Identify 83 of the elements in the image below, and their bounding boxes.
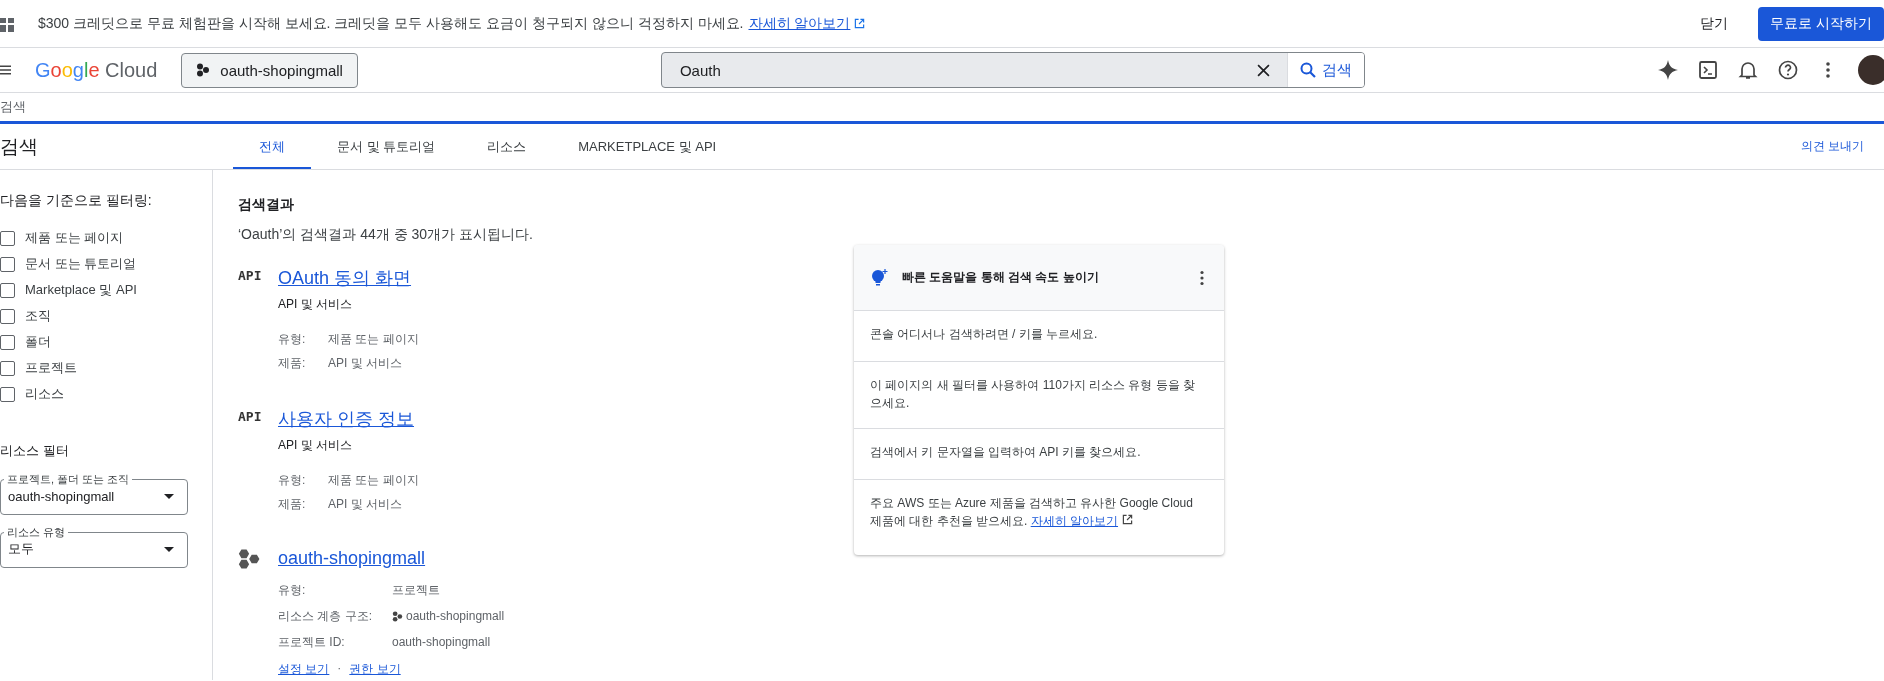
detail-label: 유형:: [278, 330, 307, 348]
detail-label: 제품:: [278, 495, 307, 513]
result-action-link[interactable]: 권한 보기: [349, 661, 401, 678]
google-cloud-logo[interactable]: Google Cloud: [35, 58, 158, 82]
resource-filter-heading: 리소스 필터: [0, 442, 70, 460]
page-title: 검색: [0, 134, 39, 159]
tip-text: 이 페이지의 새 필터를 사용하여 110가지 리소스 유형 등을 찾으세요.: [870, 378, 1196, 410]
detail-value: API 및 서비스: [328, 354, 402, 372]
select-field[interactable]: 리소스 유형 모두: [0, 525, 188, 568]
checkbox-label[interactable]: 폴더: [25, 333, 51, 351]
avatar[interactable]: [1858, 55, 1884, 85]
notifications-icon[interactable]: [1738, 60, 1758, 80]
project-icon: [392, 610, 403, 622]
lightbulb-icon: [870, 267, 890, 288]
detail-label: 유형:: [278, 581, 307, 599]
checkbox-label[interactable]: 조직: [25, 307, 51, 325]
checkbox-label[interactable]: Marketplace 및 API: [25, 281, 137, 299]
detail-value: 프로젝트: [392, 581, 440, 599]
external-link-icon: [1122, 514, 1134, 525]
more-icon[interactable]: [1826, 61, 1830, 79]
results-summary: ‘Oauth’의 검색결과 44개 중 30개가 표시됩니다.: [238, 226, 534, 244]
search-field[interactable]: Oauth 검색: [660, 52, 1365, 88]
result-subtitle: API 및 서비스: [278, 296, 353, 313]
checkbox[interactable]: [0, 308, 15, 324]
select-field[interactable]: 프로젝트, 폴더 또는 조직 oauth-shopingmall: [0, 472, 188, 515]
banner-text: $300 크레딧으로 무료 체험판을 시작해 보세요. 크레딧을 모두 사용해도 요금이 청구되지 않으니 걱정하지 마세요.: [38, 14, 744, 33]
more-icon[interactable]: [1200, 269, 1204, 286]
detail-value: 제품 또는 페이지: [328, 471, 419, 489]
tab[interactable]: 전체: [233, 126, 311, 169]
api-label: API: [238, 409, 262, 424]
send-feedback-link[interactable]: 의견 보내기: [1800, 138, 1864, 155]
checkbox[interactable]: [0, 386, 15, 402]
project-icon: [196, 63, 211, 77]
checkbox[interactable]: [0, 256, 15, 272]
dropdown-arrow-icon: [164, 546, 174, 552]
terminal-icon[interactable]: [1698, 60, 1718, 80]
tip-text: 주요 AWS 또는 Azure 제품을 검색하고 유사한 Google Cloud 제품에 대한 추천을 받으세요. 자세히 알아보기: [870, 496, 1193, 528]
tab[interactable]: MARKETPLACE 및 API: [552, 126, 743, 169]
api-label: API: [238, 268, 262, 283]
detail-value: oauth-shopingmall: [392, 635, 491, 649]
result-subtitle: API 및 서비스: [278, 437, 353, 454]
detail-label: 제품:: [278, 354, 307, 372]
detail-label: 유형:: [278, 471, 307, 489]
checkbox[interactable]: [0, 334, 15, 350]
dropdown-arrow-icon: [164, 493, 174, 499]
search-button[interactable]: 검색: [1286, 53, 1364, 87]
filter-heading: 다음을 기준으로 필터링:: [0, 192, 153, 210]
breadcrumb: 검색: [0, 98, 26, 116]
detail-value: API 및 서비스: [328, 495, 402, 513]
project-icon: [238, 548, 262, 570]
checkbox[interactable]: [0, 360, 15, 376]
clear-icon[interactable]: [1256, 63, 1270, 77]
menu-icon[interactable]: [0, 64, 11, 76]
tip-text: 콘솔 어디서나 검색하려면 / 키를 누르세요.: [870, 327, 1098, 341]
learn-more-link[interactable]: 자세히 알아보기: [748, 14, 851, 33]
detail-label: 프로젝트 ID:: [278, 633, 346, 651]
tips-title: 빠른 도움말을 통해 검색 속도 높이기: [902, 269, 1099, 286]
checkbox-label[interactable]: 리소스: [25, 385, 64, 403]
start-free-button[interactable]: 무료로 시작하기: [1758, 6, 1884, 41]
tab[interactable]: 문서 및 튜토리얼: [311, 126, 462, 169]
result-title-link[interactable]: 사용자 인증 정보: [278, 409, 414, 429]
detail-value: oauth-shopingmall: [406, 609, 505, 623]
separator-dot: ·: [337, 661, 342, 677]
checkbox[interactable]: [0, 230, 15, 246]
dismiss-button[interactable]: 닫기: [1692, 6, 1737, 41]
learn-more-link[interactable]: 자세히 알아보기: [1030, 514, 1134, 528]
result-title-link[interactable]: oauth-shopingmall: [278, 548, 426, 568]
checkbox[interactable]: [0, 282, 15, 298]
external-link-icon: [854, 18, 866, 29]
detail-value: 제품 또는 페이지: [328, 330, 419, 348]
tab[interactable]: 리소스: [461, 126, 553, 169]
results-heading: 검색결과: [238, 196, 295, 214]
result-action-link[interactable]: 설정 보기: [278, 661, 330, 678]
result-title-link[interactable]: OAuth 동의 화면: [278, 268, 412, 288]
project-picker[interactable]: oauth-shopingmall: [181, 52, 358, 88]
checkbox-label[interactable]: 프로젝트: [25, 359, 77, 377]
detail-label: 리소스 계층 구조:: [278, 607, 373, 625]
search-icon: [1299, 62, 1316, 78]
help-icon[interactable]: [1778, 60, 1798, 80]
checkbox-label[interactable]: 문서 또는 튜토리얼: [25, 255, 137, 273]
sparkle-icon[interactable]: [1658, 60, 1678, 80]
tip-text: 검색에서 키 문자열을 입력하여 API 키를 찾으세요.: [870, 445, 1141, 459]
checkbox-label[interactable]: 제품 또는 페이지: [25, 229, 124, 247]
